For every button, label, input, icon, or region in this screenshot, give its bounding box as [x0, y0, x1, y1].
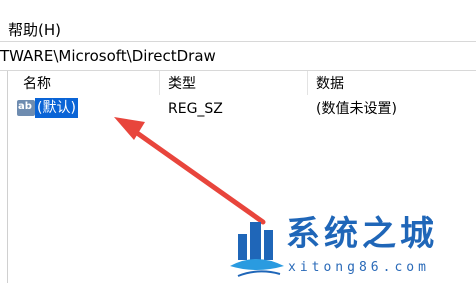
watermark-url: xitong86.com: [288, 260, 430, 275]
building-logo-icon: [230, 222, 284, 277]
watermark: 系统之城 xitong86.com: [228, 210, 474, 280]
watermark-title: 系统之城: [286, 214, 438, 254]
